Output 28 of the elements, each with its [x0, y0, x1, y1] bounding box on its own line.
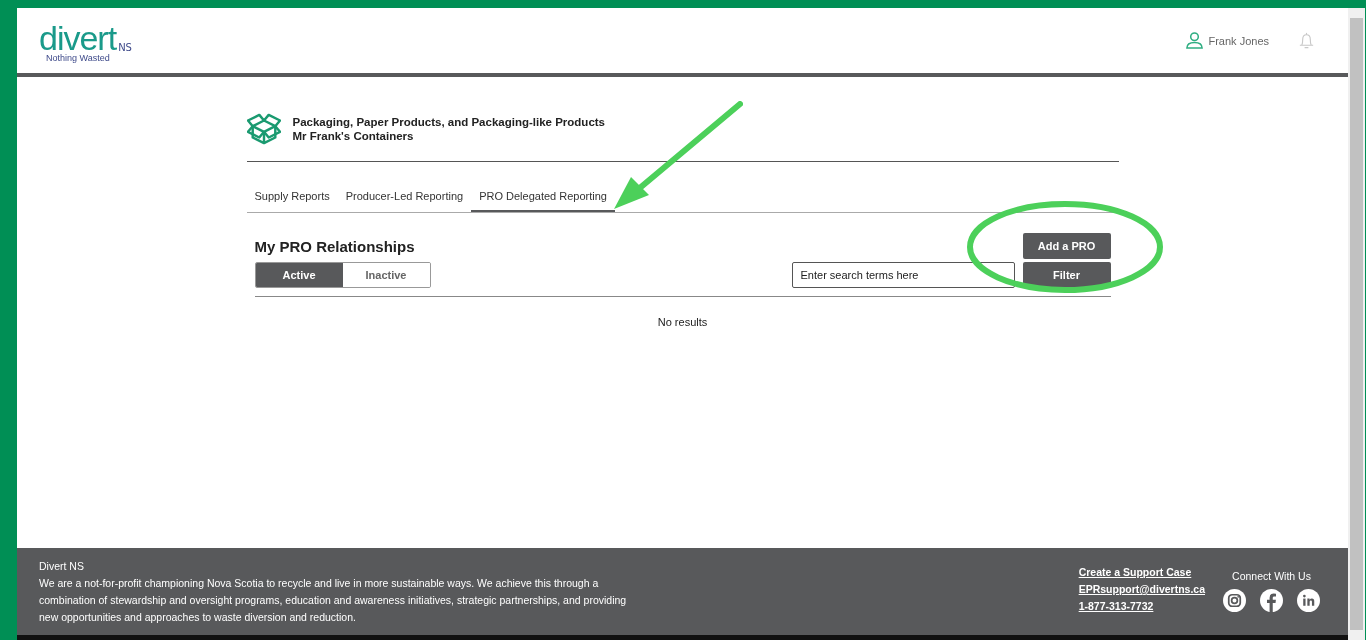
- tab[interactable]: Producer-Led Reporting: [337, 184, 472, 212]
- linkedin-icon[interactable]: [1297, 589, 1320, 612]
- footer-link[interactable]: Create a Support Case: [1078, 566, 1205, 578]
- footer-about-text: We are a not-for-profit championing Nova Scotia to recycle and live in more sustainable ways. We achieve this through a combination of stewardship and oversight programs, education and awareness initiatives, strategic partnerships, and providing new opportunities and approaches to waste diversion and reduction.: [39, 576, 628, 625]
- program-title: Packaging, Paper Products, and Packaging-like Products: [292, 116, 605, 128]
- logo-tagline: Nothing Wasted: [46, 52, 111, 63]
- divert-logo[interactable]: divertNS Nothing Wasted: [39, 22, 132, 63]
- search-field[interactable]: Enter search terms here: [791, 262, 1015, 288]
- facebook-icon[interactable]: [1260, 589, 1283, 612]
- user-name[interactable]: Frank Jones: [1208, 34, 1269, 47]
- social-heading: Connect With Us: [1232, 570, 1311, 582]
- box-icon: [246, 113, 281, 145]
- add-pro-button[interactable]: Add a PRO: [1022, 233, 1111, 259]
- empty-message: No results: [656, 316, 709, 328]
- logo-wordmark: divert: [39, 22, 117, 53]
- logo-suffix: NS: [118, 41, 132, 53]
- instagram-icon[interactable]: [1223, 589, 1246, 612]
- company-name: Mr Frank's Containers: [292, 130, 415, 142]
- user-icon[interactable]: [1185, 31, 1205, 50]
- tab[interactable]: Supply Reports: [246, 184, 338, 212]
- scrollbar[interactable]: [1348, 8, 1365, 640]
- tab[interactable]: PRO Delegated Reporting: [471, 184, 615, 212]
- status-option[interactable]: Active: [255, 263, 343, 287]
- section-title: My PRO Relationships: [254, 237, 415, 255]
- footer-link[interactable]: 1-877-313-7732: [1078, 600, 1205, 612]
- footer-org-name: Divert NS: [39, 560, 85, 572]
- filter-button[interactable]: Filter: [1022, 262, 1111, 288]
- footer-link[interactable]: EPRsupport@divertns.ca: [1078, 583, 1205, 595]
